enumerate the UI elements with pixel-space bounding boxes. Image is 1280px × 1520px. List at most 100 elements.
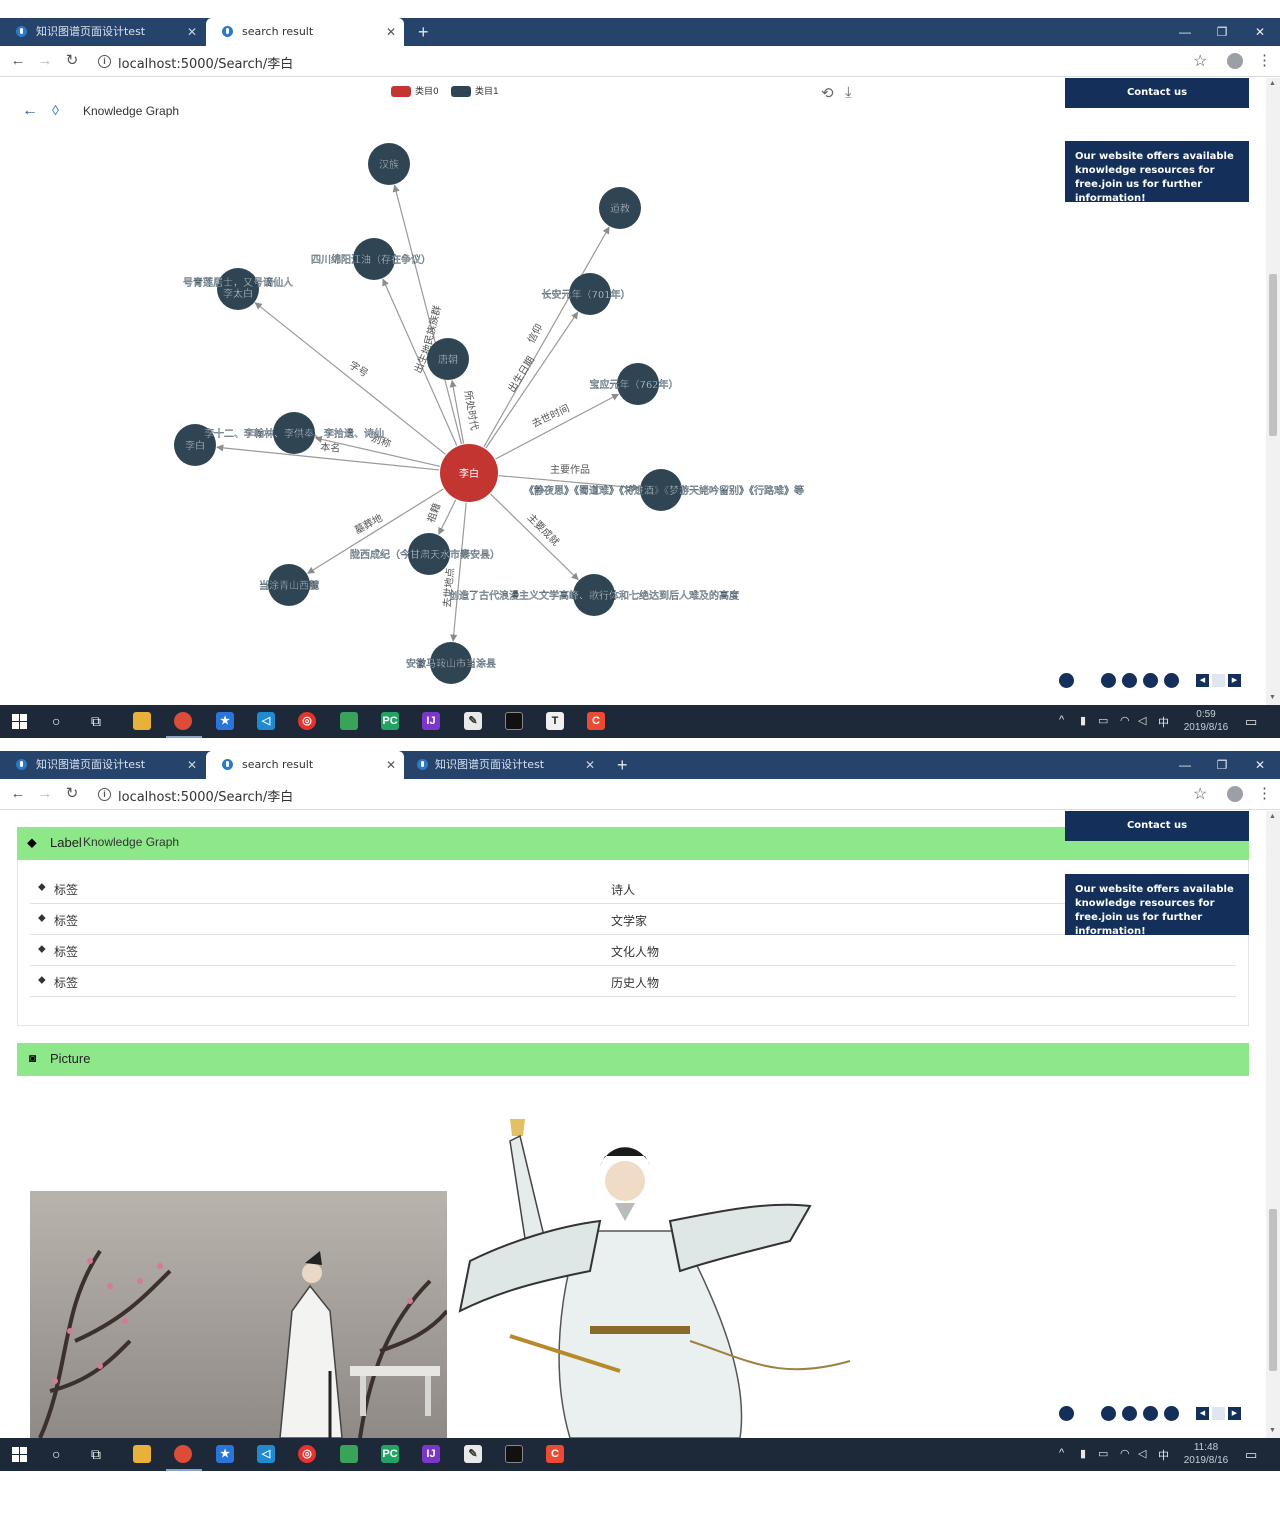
page-scrollbar[interactable]: ▲ ▼ [1266, 78, 1280, 705]
back-arrow-icon[interactable]: ← [8, 784, 28, 804]
pager-dot[interactable] [1164, 673, 1179, 688]
wifi-icon[interactable]: ◠ [1120, 714, 1130, 727]
notification-icon[interactable]: ▭ [1245, 714, 1257, 730]
microphone-icon[interactable]: ▮ [1080, 1447, 1086, 1460]
windows-start-icon[interactable] [12, 1447, 27, 1462]
ime-icon[interactable]: 中 [1158, 1447, 1169, 1463]
tab-kg-design[interactable]: 知识图谱页面设计test ✕ [0, 18, 205, 46]
vscode-icon[interactable]: ◁ [257, 1445, 275, 1463]
forward-arrow-icon[interactable]: → [35, 51, 55, 71]
graph-edge[interactable] [490, 493, 579, 581]
close-window-button[interactable]: ✕ [1241, 18, 1279, 46]
system-clock[interactable]: 11:48 2019/8/16 [1180, 1441, 1232, 1467]
browser-menu-icon[interactable]: ⋮ [1257, 51, 1272, 69]
graph-edge[interactable] [495, 393, 620, 460]
wifi-icon[interactable]: ◠ [1120, 1447, 1130, 1460]
back-arrow-icon[interactable]: ← [8, 51, 28, 71]
reload-icon[interactable]: ↻ [62, 51, 82, 71]
forward-arrow-icon[interactable]: → [35, 784, 55, 804]
minimize-button[interactable]: — [1166, 18, 1204, 46]
netease-music-icon[interactable]: ◎ [298, 712, 316, 730]
next-slide-icon[interactable]: ▶ [1228, 674, 1241, 687]
notification-icon[interactable]: ▭ [1245, 1447, 1257, 1463]
reload-icon[interactable]: ↻ [62, 784, 82, 804]
cortana-search-icon[interactable]: ○ [52, 713, 60, 729]
terminal-icon[interactable] [505, 712, 523, 730]
task-view-icon[interactable]: ⧉ [91, 713, 101, 730]
file-explorer-icon[interactable] [133, 1445, 151, 1463]
pycharm-icon[interactable]: PC [381, 1445, 399, 1463]
app-store-icon[interactable]: ★ [216, 712, 234, 730]
bookmark-star-icon[interactable]: ☆ [1193, 784, 1207, 804]
tab-search-result[interactable]: search result ✕ [206, 751, 404, 779]
tab-kg-design[interactable]: 知识图谱页面设计test ✕ [0, 751, 205, 779]
prev-slide-icon[interactable]: ◀ [1196, 1407, 1209, 1420]
scroll-up-icon[interactable]: ▲ [1269, 813, 1276, 820]
close-window-button[interactable]: ✕ [1241, 751, 1279, 779]
graph-edge[interactable] [392, 184, 463, 445]
pager-dot[interactable] [1059, 673, 1074, 688]
game-icon[interactable] [340, 1445, 358, 1463]
microphone-icon[interactable]: ▮ [1080, 714, 1086, 727]
tab-close-icon[interactable]: ✕ [187, 751, 197, 779]
next-slide-icon[interactable]: ▶ [1228, 1407, 1241, 1420]
pager-dot[interactable] [1122, 673, 1137, 688]
volume-icon[interactable]: ◁ [1138, 1447, 1146, 1460]
pager-dot[interactable] [1164, 1406, 1179, 1421]
scroll-thumb[interactable] [1269, 274, 1277, 436]
pager-dot[interactable] [1122, 1406, 1137, 1421]
terminal-icon[interactable] [505, 1445, 523, 1463]
intellij-icon[interactable]: IJ [422, 1445, 440, 1463]
chrome-icon[interactable] [174, 712, 192, 730]
file-explorer-icon[interactable] [133, 712, 151, 730]
pager-dot[interactable] [1143, 1406, 1158, 1421]
ime-icon[interactable]: 中 [1158, 714, 1169, 730]
chrome-icon[interactable] [174, 1445, 192, 1463]
new-tab-button[interactable]: + [617, 751, 628, 779]
netease-music-icon[interactable]: ◎ [298, 1445, 316, 1463]
windows-start-icon[interactable] [12, 714, 27, 729]
site-info-icon[interactable]: i [98, 788, 111, 801]
page-scrollbar[interactable]: ▲ ▼ [1266, 811, 1280, 1438]
url-field[interactable]: localhost:5000/Search/李白 [118, 53, 293, 72]
scroll-thumb[interactable] [1269, 1209, 1277, 1371]
tray-chevron-icon[interactable]: ^ [1059, 714, 1064, 726]
battery-icon[interactable]: ▭ [1098, 1447, 1108, 1460]
tab-close-icon[interactable]: ✕ [386, 18, 396, 46]
typora-icon[interactable]: T [546, 712, 564, 730]
system-clock[interactable]: 0:59 2019/8/16 [1180, 708, 1232, 734]
tab-close-icon[interactable]: ✕ [585, 751, 595, 779]
pager-dot[interactable] [1143, 673, 1158, 688]
scroll-down-icon[interactable]: ▼ [1269, 1427, 1276, 1434]
bookmark-star-icon[interactable]: ☆ [1193, 51, 1207, 71]
tab-search-result[interactable]: search result ✕ [206, 18, 404, 46]
notepad-icon[interactable]: ✎ [464, 712, 482, 730]
site-info-icon[interactable]: i [98, 55, 111, 68]
cortana-search-icon[interactable]: ○ [52, 1446, 60, 1462]
notepad-icon[interactable]: ✎ [464, 1445, 482, 1463]
pycharm-icon[interactable]: PC [381, 712, 399, 730]
tab-kg-design-2[interactable]: 知识图谱页面设计test ✕ [405, 751, 603, 779]
profile-avatar-icon[interactable] [1227, 786, 1243, 802]
recorder-icon[interactable]: C [587, 712, 605, 730]
task-view-icon[interactable]: ⧉ [91, 1446, 101, 1463]
pager-dot[interactable] [1101, 673, 1116, 688]
prev-slide-icon[interactable]: ◀ [1196, 674, 1209, 687]
minimize-button[interactable]: — [1166, 751, 1204, 779]
vscode-icon[interactable]: ◁ [257, 712, 275, 730]
game-icon[interactable] [340, 712, 358, 730]
maximize-button[interactable]: ❐ [1203, 751, 1241, 779]
browser-menu-icon[interactable]: ⋮ [1257, 784, 1272, 802]
profile-avatar-icon[interactable] [1227, 53, 1243, 69]
contact-us-button[interactable]: Contact us [1065, 811, 1249, 841]
pager-dot[interactable] [1059, 1406, 1074, 1421]
knowledge-graph[interactable]: 民族族群出生地字号信仰出生日期所处时代 去世时间本名 别称主要作品墓葬地 祖籍 主要成就… [0, 78, 900, 705]
tab-close-icon[interactable]: ✕ [187, 18, 197, 46]
scroll-up-icon[interactable]: ▲ [1269, 80, 1276, 87]
scroll-down-icon[interactable]: ▼ [1269, 694, 1276, 701]
recorder-icon[interactable]: C [546, 1445, 564, 1463]
tab-close-icon[interactable]: ✕ [386, 751, 396, 779]
pager-dot[interactable] [1101, 1406, 1116, 1421]
url-field[interactable]: localhost:5000/Search/李白 [118, 786, 293, 805]
new-tab-button[interactable]: + [418, 18, 429, 46]
